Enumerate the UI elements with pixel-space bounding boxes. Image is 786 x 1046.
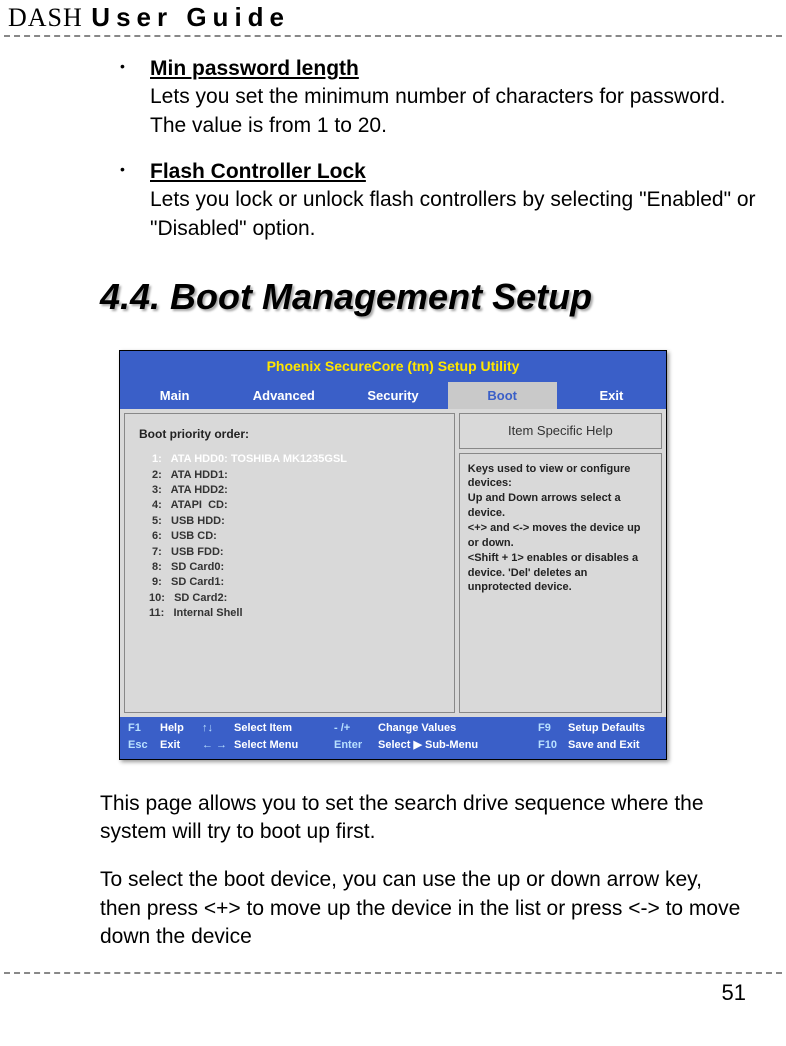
boot-list-item[interactable]: 5: USB HDD: <box>149 514 444 529</box>
boot-list-item[interactable]: 10: SD Card2: <box>149 591 444 606</box>
help-title: Item Specific Help <box>459 413 662 449</box>
bios-right-panel: Item Specific Help Keys used to view or … <box>459 413 662 713</box>
content-area: Min password length Lets you set the min… <box>0 55 786 952</box>
boot-list-item[interactable]: 1: ATA HDD0: TOSHIBA MK1235GSL <box>149 452 444 467</box>
footer-key-f1: F1 <box>128 721 160 736</box>
boot-list-item[interactable]: 6: USB CD: <box>149 529 444 544</box>
bios-window: Phoenix SecureCore (tm) Setup Utility Ma… <box>119 350 667 760</box>
paragraph-intro: This page allows you to set the search d… <box>100 790 756 847</box>
feature-list: Min password length Lets you set the min… <box>30 55 756 243</box>
bullet-body: Lets you lock or unlock flash controller… <box>150 186 756 243</box>
footer-label-select-menu: Select Menu <box>234 738 334 753</box>
tab-security[interactable]: Security <box>338 382 447 410</box>
footer-label-exit: Exit <box>160 738 202 753</box>
brand-dash: DASH <box>8 3 83 32</box>
boot-list-item[interactable]: 2: ATA HDD1: <box>149 468 444 483</box>
bios-footer: F1 Help ↑↓ Select Item - /+ Change Value… <box>120 717 666 759</box>
footer-key-f10: F10 <box>538 738 568 753</box>
footer-key-esc: Esc <box>128 738 160 753</box>
footer-label-help: Help <box>160 721 202 736</box>
footer-key-plusminus: - /+ <box>334 721 378 736</box>
boot-priority-label: Boot priority order: <box>139 426 444 442</box>
footer-key-f9: F9 <box>538 721 568 736</box>
boot-list-item[interactable]: 4: ATAPI CD: <box>149 498 444 513</box>
tab-main[interactable]: Main <box>120 382 229 410</box>
footer-key-updown: ↑↓ <box>202 721 234 736</box>
tab-advanced[interactable]: Advanced <box>229 382 338 410</box>
header-divider <box>4 35 782 37</box>
boot-list-item[interactable]: 7: USB FDD: <box>149 545 444 560</box>
footer-label-select-submenu: Select ▶ Sub-Menu <box>378 738 538 753</box>
help-body: Keys used to view or configure devices:U… <box>459 453 662 713</box>
section-heading: 4.4. Boot Management Setup <box>100 273 756 322</box>
paragraph-instructions: To select the boot device, you can use t… <box>100 866 756 951</box>
bios-title: Phoenix SecureCore (tm) Setup Utility <box>120 351 666 382</box>
bios-left-panel: Boot priority order: 1: ATA HDD0: TOSHIB… <box>124 413 455 713</box>
page-number: 51 <box>0 980 786 1006</box>
footer-label-change-values: Change Values <box>378 721 538 736</box>
footer-label-setup-defaults: Setup Defaults <box>568 721 658 736</box>
boot-list-item[interactable]: 11: Internal Shell <box>149 606 444 621</box>
list-item: Min password length Lets you set the min… <box>120 55 756 140</box>
boot-list-item[interactable]: 3: ATA HDD2: <box>149 483 444 498</box>
header-brand: DASH User Guide <box>0 0 786 35</box>
bios-body: Boot priority order: 1: ATA HDD0: TOSHIB… <box>120 409 666 717</box>
footer-label-select-item: Select Item <box>234 721 334 736</box>
bios-screenshot-figure: Phoenix SecureCore (tm) Setup Utility Ma… <box>119 350 667 760</box>
bullet-title-min-password: Min password length <box>150 57 359 80</box>
list-item: Flash Controller Lock Lets you lock or u… <box>120 158 756 243</box>
boot-list-item[interactable]: 9: SD Card1: <box>149 575 444 590</box>
boot-list-item[interactable]: 8: SD Card0: <box>149 560 444 575</box>
footer-key-enter: Enter <box>334 738 378 753</box>
tab-exit[interactable]: Exit <box>557 382 666 410</box>
bullet-title-flash-lock: Flash Controller Lock <box>150 160 366 183</box>
tab-boot[interactable]: Boot <box>448 382 557 410</box>
brand-user-guide: User Guide <box>91 2 290 32</box>
footer-key-leftright: ← → <box>202 738 234 753</box>
page: DASH User Guide Min password length Lets… <box>0 0 786 1046</box>
boot-priority-list[interactable]: 1: ATA HDD0: TOSHIBA MK1235GSL 2: ATA HD… <box>139 452 444 621</box>
bios-tab-bar: Main Advanced Security Boot Exit <box>120 382 666 410</box>
footer-divider <box>4 972 782 974</box>
bullet-body: Lets you set the minimum number of chara… <box>150 83 756 140</box>
footer-label-save-exit: Save and Exit <box>568 738 658 753</box>
